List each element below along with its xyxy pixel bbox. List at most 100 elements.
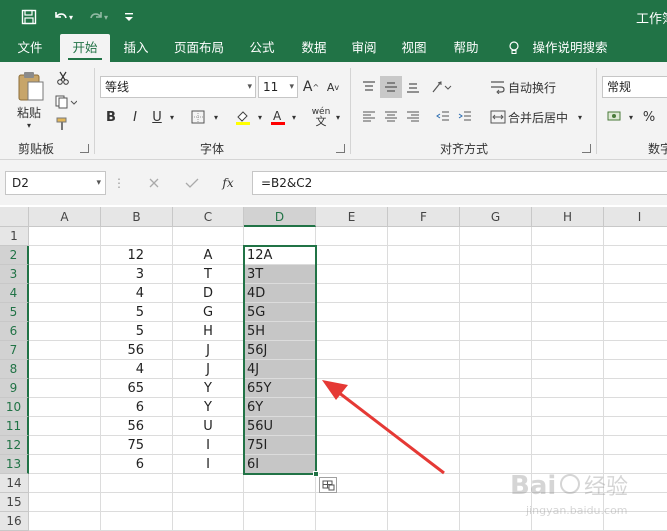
cell-h10[interactable] xyxy=(532,398,604,417)
cell-c15[interactable] xyxy=(173,493,244,512)
cell-g2[interactable] xyxy=(460,246,532,265)
cell-b15[interactable] xyxy=(101,493,173,512)
cell-f14[interactable] xyxy=(388,474,460,493)
cell-a7[interactable] xyxy=(29,341,101,360)
column-header-d[interactable]: D xyxy=(244,207,316,227)
cell-h4[interactable] xyxy=(532,284,604,303)
lightbulb-icon[interactable] xyxy=(504,34,524,62)
row-header-16[interactable]: 16 xyxy=(0,512,29,531)
cell-g11[interactable] xyxy=(460,417,532,436)
column-header-i[interactable]: I xyxy=(604,207,667,227)
column-header-h[interactable]: H xyxy=(532,207,604,227)
underline-dropdown-icon[interactable]: ▾ xyxy=(166,106,178,128)
cell-f1[interactable] xyxy=(388,227,460,246)
cell-g7[interactable] xyxy=(460,341,532,360)
cell-a16[interactable] xyxy=(29,512,101,531)
row-header-3[interactable]: 3 xyxy=(0,265,29,284)
cell-e1[interactable] xyxy=(316,227,388,246)
font-size-combo[interactable]: 11 ▾ xyxy=(258,76,298,98)
cell-a12[interactable] xyxy=(29,436,101,455)
cell-h11[interactable] xyxy=(532,417,604,436)
cell-f4[interactable] xyxy=(388,284,460,303)
cell-b11[interactable]: 56 xyxy=(101,417,173,436)
cell-i2[interactable] xyxy=(604,246,667,265)
cell-d13[interactable]: 6I xyxy=(244,455,316,474)
cell-a11[interactable] xyxy=(29,417,101,436)
cell-g12[interactable] xyxy=(460,436,532,455)
cell-d8[interactable]: 4J xyxy=(244,360,316,379)
cell-i12[interactable] xyxy=(604,436,667,455)
merge-dropdown-icon[interactable]: ▾ xyxy=(574,106,586,128)
cell-c1[interactable] xyxy=(173,227,244,246)
decrease-font-icon[interactable]: Av xyxy=(324,76,342,98)
cell-d10[interactable]: 6Y xyxy=(244,398,316,417)
cell-d3[interactable]: 3T xyxy=(244,265,316,284)
formula-input[interactable]: =B2&C2 xyxy=(252,171,667,195)
paste-icon[interactable] xyxy=(12,68,48,104)
cell-g1[interactable] xyxy=(460,227,532,246)
cell-d7[interactable]: 56J xyxy=(244,341,316,360)
cell-c11[interactable]: U xyxy=(173,417,244,436)
cell-f8[interactable] xyxy=(388,360,460,379)
cell-i9[interactable] xyxy=(604,379,667,398)
row-header-13[interactable]: 13 xyxy=(0,455,29,474)
cell-g6[interactable] xyxy=(460,322,532,341)
cell-f2[interactable] xyxy=(388,246,460,265)
cell-d4[interactable]: 4D xyxy=(244,284,316,303)
cell-h7[interactable] xyxy=(532,341,604,360)
cell-h8[interactable] xyxy=(532,360,604,379)
cell-i8[interactable] xyxy=(604,360,667,379)
cell-e2[interactable] xyxy=(316,246,388,265)
cell-f6[interactable] xyxy=(388,322,460,341)
cell-b7[interactable]: 56 xyxy=(101,341,173,360)
row-header-14[interactable]: 14 xyxy=(0,474,29,493)
currency-icon[interactable] xyxy=(604,106,626,128)
bold-button[interactable]: B xyxy=(102,106,120,128)
cell-g9[interactable] xyxy=(460,379,532,398)
cell-f5[interactable] xyxy=(388,303,460,322)
cell-b6[interactable]: 5 xyxy=(101,322,173,341)
align-left-icon[interactable] xyxy=(358,106,380,128)
fill-color-dropdown-icon[interactable]: ▾ xyxy=(254,106,266,128)
cell-f7[interactable] xyxy=(388,341,460,360)
customize-qat-icon[interactable] xyxy=(118,6,140,28)
cell-a10[interactable] xyxy=(29,398,101,417)
cell-e8[interactable] xyxy=(316,360,388,379)
row-header-11[interactable]: 11 xyxy=(0,417,29,436)
font-name-combo[interactable]: 等线 ▾ xyxy=(100,76,256,98)
cell-b1[interactable] xyxy=(101,227,173,246)
cell-h12[interactable] xyxy=(532,436,604,455)
cell-e15[interactable] xyxy=(316,493,388,512)
cell-h5[interactable] xyxy=(532,303,604,322)
tab-help[interactable]: 帮助 xyxy=(444,34,488,62)
column-header-c[interactable]: C xyxy=(173,207,244,227)
cell-b10[interactable]: 6 xyxy=(101,398,173,417)
align-middle-icon[interactable] xyxy=(380,76,402,98)
row-header-15[interactable]: 15 xyxy=(0,493,29,512)
cell-c8[interactable]: J xyxy=(173,360,244,379)
column-header-e[interactable]: E xyxy=(316,207,388,227)
cell-d14[interactable] xyxy=(244,474,316,493)
tab-page-layout[interactable]: 页面布局 xyxy=(166,34,232,62)
cell-d16[interactable] xyxy=(244,512,316,531)
redo-dropdown-icon[interactable]: ▾ xyxy=(101,6,111,28)
cell-f16[interactable] xyxy=(388,512,460,531)
cell-f12[interactable] xyxy=(388,436,460,455)
column-header-b[interactable]: B xyxy=(101,207,173,227)
cell-g3[interactable] xyxy=(460,265,532,284)
cell-c13[interactable]: I xyxy=(173,455,244,474)
tab-view[interactable]: 视图 xyxy=(392,34,436,62)
align-bottom-icon[interactable] xyxy=(402,76,424,98)
fill-color-icon[interactable] xyxy=(232,106,254,128)
cell-g4[interactable] xyxy=(460,284,532,303)
row-header-8[interactable]: 8 xyxy=(0,360,29,379)
cell-i7[interactable] xyxy=(604,341,667,360)
cell-c14[interactable] xyxy=(173,474,244,493)
cell-c12[interactable]: I xyxy=(173,436,244,455)
cell-c10[interactable]: Y xyxy=(173,398,244,417)
phonetic-dropdown-icon[interactable]: ▾ xyxy=(332,106,344,128)
cell-a5[interactable] xyxy=(29,303,101,322)
tab-home[interactable]: 开始 xyxy=(60,34,110,62)
save-icon[interactable] xyxy=(18,6,40,28)
cell-i4[interactable] xyxy=(604,284,667,303)
